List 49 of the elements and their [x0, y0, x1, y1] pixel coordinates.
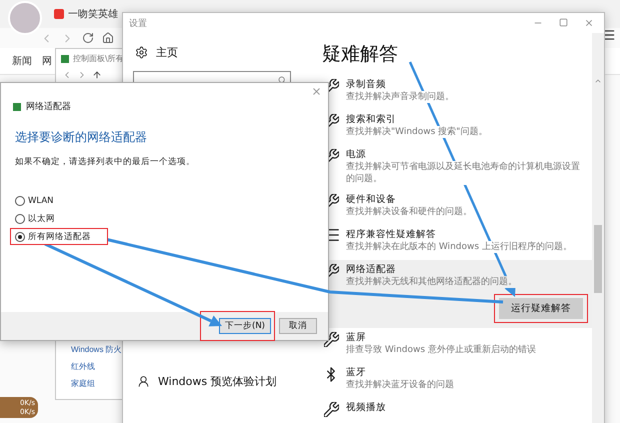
- reload-icon[interactable]: [82, 32, 94, 44]
- scroll-up-icon[interactable]: [594, 77, 602, 85]
- radio-option[interactable]: 所有网络适配器: [10, 228, 108, 245]
- dialog-heading: 选择要诊断的网络适配器: [15, 129, 148, 146]
- control-panel-link[interactable]: 红外线: [71, 361, 95, 372]
- page-heading: 疑难解答: [322, 42, 399, 67]
- item-title: 蓝屏: [346, 331, 366, 344]
- run-troubleshooter-button[interactable]: 运行疑难解答: [499, 298, 583, 319]
- home-nav-item[interactable]: 主页: [133, 45, 302, 60]
- radio-button[interactable]: [15, 214, 25, 224]
- avatar[interactable]: [8, 1, 42, 35]
- dialog-button[interactable]: 下一步(N): [219, 318, 271, 334]
- item-title: 蓝牙: [346, 366, 366, 379]
- bluetooth-icon: [327, 367, 335, 382]
- item-description: 查找并解决无线和其他网络适配器的问题。: [346, 276, 517, 288]
- settings-icon: [135, 46, 148, 59]
- item-description: 查找并解决可节省电源以及延长电池寿命的计算机电源设置的问题。: [346, 161, 582, 185]
- close-icon[interactable]: [584, 18, 594, 28]
- item-title: 硬件和设备: [346, 193, 396, 206]
- item-title: 网络适配器: [346, 263, 396, 276]
- control-panel-link[interactable]: Windows 防火: [71, 344, 122, 355]
- home-icon[interactable]: [102, 32, 114, 44]
- window-title: 设置: [129, 18, 147, 30]
- browser-tab[interactable]: 一吻笑英雄: [54, 7, 118, 21]
- app-logo-icon: [54, 9, 64, 19]
- maximize-icon[interactable]: [559, 18, 568, 27]
- user-icon: [137, 375, 150, 388]
- dialog-button[interactable]: 取消: [279, 318, 317, 334]
- nav-link[interactable]: 网: [42, 54, 52, 68]
- item-description: 排查导致 Windows 意外停止或重新启动的错误: [346, 344, 536, 356]
- menu-icon[interactable]: [602, 28, 616, 42]
- control-panel-link[interactable]: 家庭组: [71, 378, 95, 389]
- scrollbar[interactable]: [592, 33, 604, 423]
- up-icon[interactable]: [92, 70, 102, 80]
- radio-button[interactable]: [15, 232, 25, 242]
- close-icon: [311, 86, 322, 97]
- item-title: 视频播放: [346, 401, 386, 414]
- item-title: 录制音频: [346, 78, 386, 91]
- radio-button[interactable]: [15, 196, 25, 206]
- item-title: 电源: [346, 148, 366, 161]
- nav-item[interactable]: Windows 预览体验计划: [133, 374, 302, 389]
- item-title: 搜索和索引: [346, 113, 396, 126]
- dialog-hint: 如果不确定，请选择列表中的最后一个选项。: [15, 156, 196, 168]
- wrench-icon: [324, 402, 338, 417]
- nav-link[interactable]: 新闻: [12, 54, 32, 68]
- item-title: 程序兼容性疑难解答: [346, 228, 436, 241]
- item-description: 查找并解决蓝牙设备的问题: [346, 379, 454, 391]
- wrench-icon: [324, 332, 338, 347]
- scrollbar-thumb[interactable]: [594, 225, 602, 293]
